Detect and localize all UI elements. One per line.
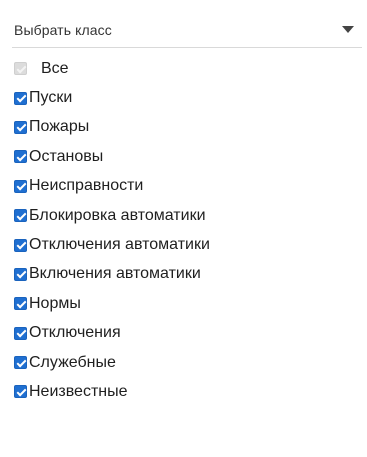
checkbox-checked-icon[interactable]: [14, 91, 27, 105]
checkbox-checked-icon[interactable]: [14, 326, 27, 340]
checkbox-checked-icon[interactable]: [14, 150, 27, 164]
checkbox-item-stops[interactable]: Остановы: [14, 142, 359, 171]
checkbox-item-fires[interactable]: Пожары: [14, 113, 359, 142]
checkbox-checked-icon[interactable]: [14, 267, 27, 281]
class-select-label: Выбрать класс: [14, 21, 112, 38]
checkbox-label: Служебные: [29, 353, 116, 371]
checkbox-label: Нормы: [29, 294, 81, 312]
checkbox-checked-icon[interactable]: [14, 385, 27, 399]
checkbox-label: Пожары: [29, 118, 90, 136]
chevron-down-icon[interactable]: [342, 26, 354, 33]
checkbox-item-faults[interactable]: Неисправности: [14, 172, 359, 201]
checkbox-checked-icon[interactable]: [14, 238, 27, 252]
checkbox-item-automation-off[interactable]: Отключения автоматики: [14, 230, 359, 259]
checkbox-checked-icon[interactable]: [14, 209, 27, 223]
checkbox-label: Отключения: [29, 324, 121, 342]
checkbox-item-automation-on[interactable]: Включения автоматики: [14, 260, 359, 289]
checkbox-checked-icon[interactable]: [14, 179, 27, 193]
checkbox-label: Отключения автоматики: [29, 236, 210, 254]
checkbox-checked-icon[interactable]: [14, 356, 27, 370]
class-select-dropdown[interactable]: Выбрать класс: [12, 12, 362, 48]
checkbox-item-norms[interactable]: Нормы: [14, 289, 359, 318]
checkbox-checked-icon[interactable]: [14, 297, 27, 311]
checkbox-item-automation-block[interactable]: Блокировка автоматики: [14, 201, 359, 230]
checkbox-label: Включения автоматики: [29, 265, 201, 283]
checkbox-item-all[interactable]: Все: [14, 54, 359, 83]
checkbox-label: Пуски: [29, 89, 73, 107]
checkbox-label: Остановы: [29, 147, 104, 165]
class-filter-panel: Выбрать класс Все Пуски Пожары Остановы …: [0, 0, 367, 457]
checkbox-label: Блокировка автоматики: [29, 206, 206, 224]
checkbox-checked-icon[interactable]: [14, 120, 27, 134]
checkbox-item-service[interactable]: Служебные: [14, 348, 359, 377]
checkbox-item-unknown[interactable]: Неизвестные: [14, 377, 359, 406]
checkbox-item-disconnections[interactable]: Отключения: [14, 319, 359, 348]
checkbox-label: Все: [41, 59, 69, 77]
checkbox-unchecked-icon[interactable]: [14, 62, 27, 76]
class-checkbox-list: Все Пуски Пожары Остановы Неисправности …: [14, 54, 359, 407]
checkbox-label: Неизвестные: [29, 382, 128, 400]
checkbox-item-starts[interactable]: Пуски: [14, 83, 359, 112]
checkbox-label: Неисправности: [29, 177, 144, 195]
